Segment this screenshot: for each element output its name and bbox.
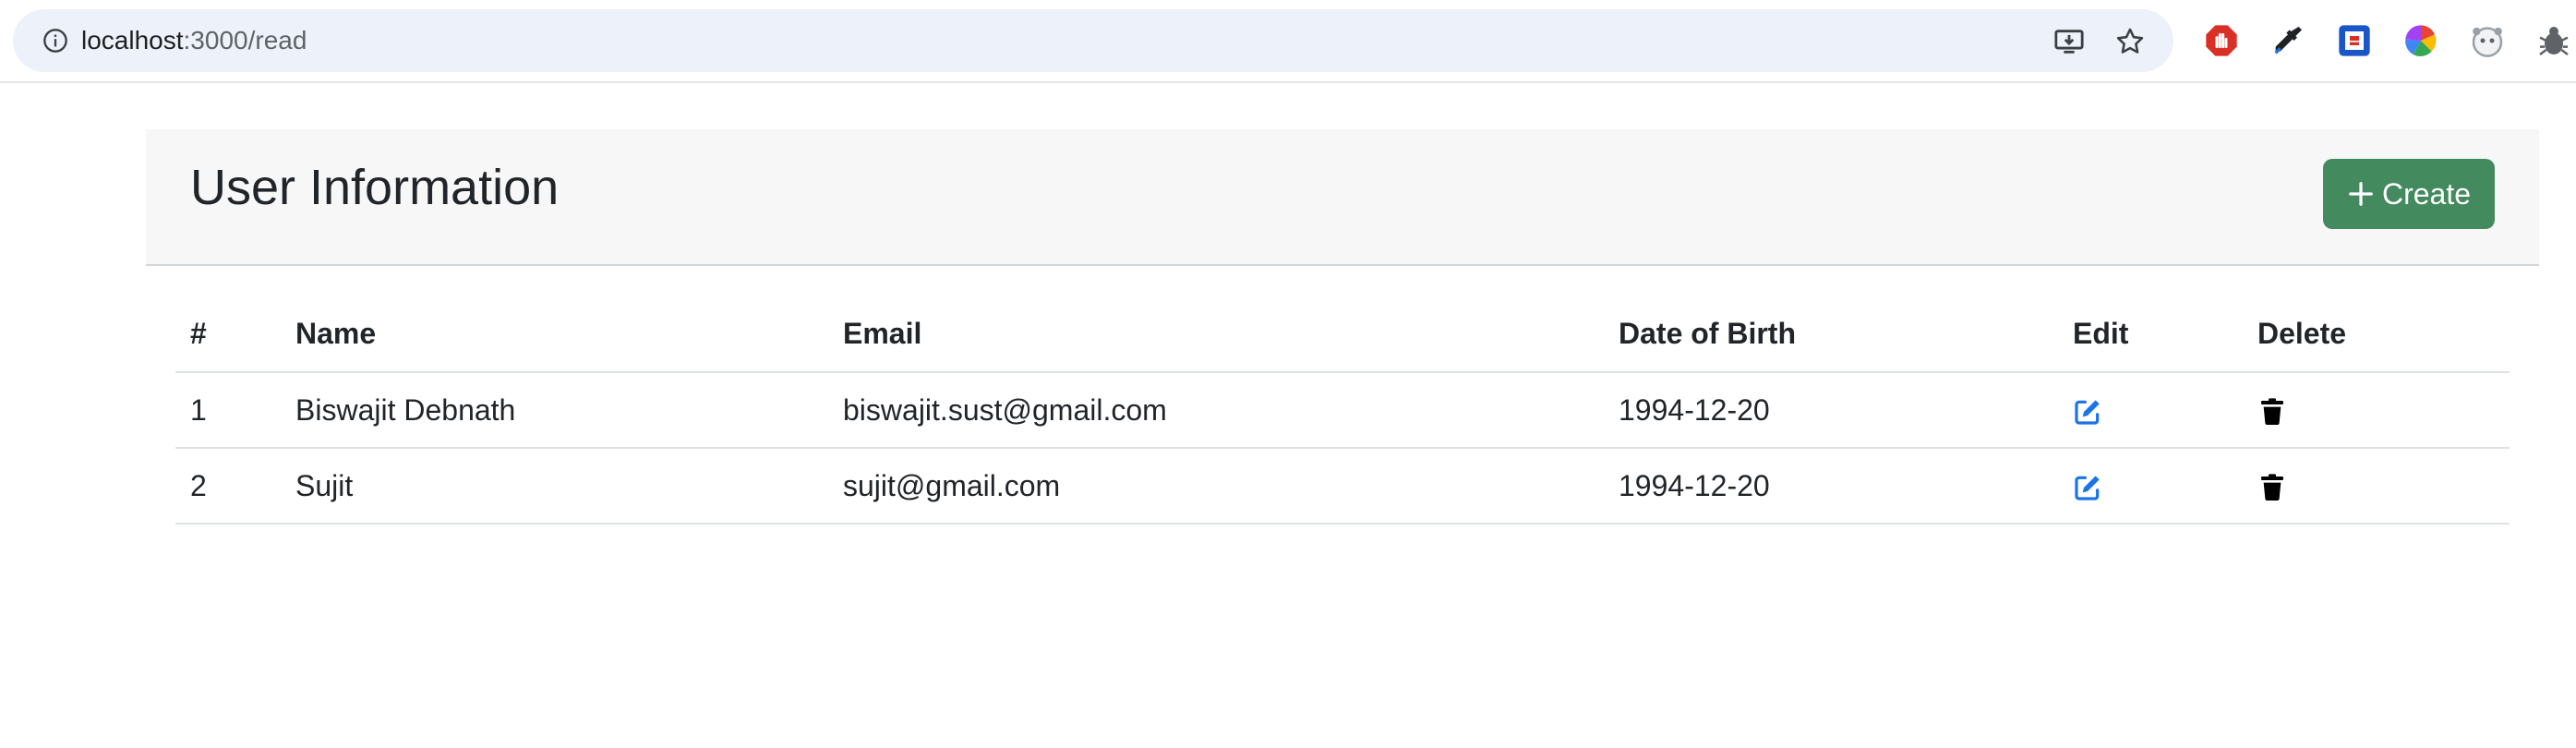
cell-delete: [2243, 448, 2510, 525]
cell-email: biswajit.sust@gmail.com: [828, 372, 1604, 449]
edit-icon[interactable]: [2073, 397, 2102, 427]
column-header-number: #: [175, 296, 281, 373]
cell-date-of-birth: 1994-12-20: [1604, 372, 2058, 449]
cell-number: 2: [175, 448, 281, 525]
create-button-label: Create: [2381, 176, 2472, 211]
screen-capture-extension-icon[interactable]: [2336, 22, 2373, 59]
bookmark-star-icon[interactable]: [2114, 26, 2146, 57]
page-title: User Information: [190, 160, 560, 215]
edit-icon[interactable]: [2073, 473, 2102, 502]
table-row: 2 Sujit sujit@gmail.com 1994-12-20: [175, 448, 2510, 525]
cell-delete: [2243, 372, 2510, 449]
trash-icon[interactable]: [2257, 473, 2287, 502]
column-header-date-of-birth: Date of Birth: [1604, 296, 2058, 373]
cell-name: Biswajit Debnath: [281, 372, 828, 449]
cell-edit: [2058, 448, 2243, 525]
address-bar[interactable]: localhost:3000/read: [13, 9, 2173, 72]
create-button[interactable]: Create: [2323, 159, 2495, 229]
column-header-edit: Edit: [2058, 296, 2243, 373]
info-circle-icon[interactable]: [42, 28, 68, 54]
cell-email: sujit@gmail.com: [828, 448, 1604, 525]
color-wheel-extension-icon[interactable]: [2402, 22, 2439, 59]
panda-extension-icon[interactable]: [2469, 22, 2506, 59]
user-table: # Name Email Date of Birth Edit Delete 1…: [175, 296, 2510, 525]
column-header-email: Email: [828, 296, 1604, 373]
card-header: User Information Create: [146, 129, 2539, 266]
trash-icon[interactable]: [2257, 397, 2287, 427]
install-app-icon[interactable]: [2053, 26, 2085, 57]
table-row: 1 Biswajit Debnath biswajit.sust@gmail.c…: [175, 372, 2510, 449]
cell-name: Sujit: [281, 448, 828, 525]
bug-extension-icon[interactable]: [2535, 22, 2572, 59]
cell-edit: [2058, 372, 2243, 449]
adblock-extension-icon[interactable]: [2203, 22, 2240, 59]
browser-toolbar: localhost:3000/read: [0, 0, 2576, 83]
url-text[interactable]: localhost:3000/read: [81, 22, 307, 59]
url-path: :3000/read: [183, 26, 307, 54]
url-host: localhost: [81, 26, 184, 54]
color-picker-extension-icon[interactable]: [2269, 22, 2306, 59]
column-header-name: Name: [281, 296, 828, 373]
cell-number: 1: [175, 372, 281, 449]
column-header-delete: Delete: [2243, 296, 2510, 373]
table-header-row: # Name Email Date of Birth Edit Delete: [175, 296, 2510, 373]
cell-date-of-birth: 1994-12-20: [1604, 448, 2058, 525]
plus-icon: [2349, 182, 2373, 206]
